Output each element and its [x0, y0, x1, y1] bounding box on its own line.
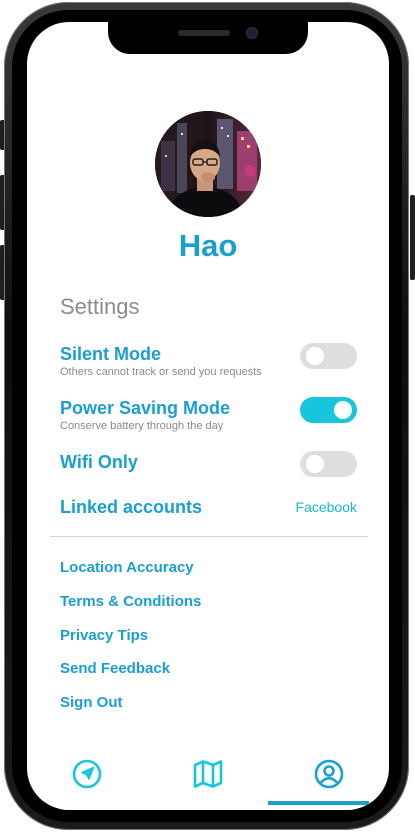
setting-power-saving-mode: Power Saving Mode Conserve battery throu…	[60, 397, 357, 433]
avatar[interactable]	[155, 111, 261, 217]
navigation-icon	[72, 759, 102, 789]
avatar-photo	[155, 111, 261, 217]
map-icon	[193, 760, 223, 788]
speaker-grille	[178, 30, 230, 36]
wifi-only-toggle[interactable]	[300, 451, 357, 477]
sign-out-link[interactable]: Sign Out	[60, 694, 123, 711]
settings-heading: Settings	[60, 294, 140, 319]
active-tab-indicator	[268, 801, 369, 805]
toggle-knob	[334, 401, 352, 419]
app-screen: Hao Settings Silent Mode Others cannot t…	[27, 22, 389, 810]
divider	[50, 536, 368, 537]
notch	[108, 22, 308, 54]
front-camera	[247, 28, 257, 38]
toggle-knob	[306, 455, 324, 473]
tab-navigation[interactable]	[27, 744, 147, 804]
phone-device: Hao Settings Silent Mode Others cannot t…	[0, 0, 415, 834]
terms-conditions-link[interactable]: Terms & Conditions	[60, 593, 201, 610]
privacy-tips-link[interactable]: Privacy Tips	[60, 627, 148, 644]
power-saving-toggle[interactable]	[300, 397, 357, 423]
profile-name: Hao	[178, 228, 238, 263]
bottom-tab-bar	[27, 744, 389, 810]
location-accuracy-link[interactable]: Location Accuracy	[60, 559, 194, 576]
profile-icon	[314, 759, 344, 789]
setting-silent-mode: Silent Mode Others cannot track or send …	[60, 343, 357, 379]
linked-account-facebook[interactable]: Facebook	[296, 499, 357, 515]
silent-mode-toggle[interactable]	[300, 343, 357, 369]
tab-profile[interactable]	[269, 744, 389, 804]
power-button	[410, 195, 415, 280]
setting-linked-accounts: Linked accounts Facebook	[60, 496, 357, 518]
tab-map[interactable]	[148, 744, 268, 804]
setting-wifi-only: Wifi Only	[60, 451, 357, 477]
toggle-knob	[306, 347, 324, 365]
send-feedback-link[interactable]: Send Feedback	[60, 660, 170, 677]
